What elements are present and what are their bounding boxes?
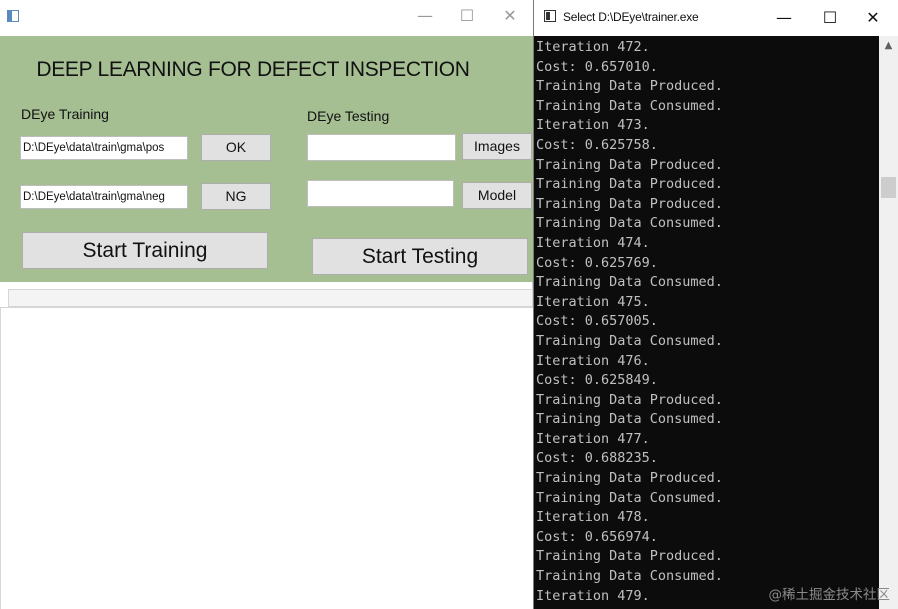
ng-button[interactable]: NG <box>201 183 271 210</box>
maximize-button[interactable]: ☐ <box>445 0 489 32</box>
console-line: Training Data Consumed. <box>536 215 723 232</box>
console-line: Cost: 0.625769. <box>536 254 658 271</box>
console-line: Training Data Consumed. <box>536 411 723 428</box>
console-line: Training Data Produced. <box>536 548 723 565</box>
console-line: Training Data Consumed. <box>536 568 723 585</box>
watermark: @稀土掘金技术社区 <box>768 587 891 603</box>
control-panel: DEEP LEARNING FOR DEFECT INSPECTION DEye… <box>0 36 533 282</box>
ok-button[interactable]: OK <box>201 134 271 161</box>
console-minimize-button[interactable]: — <box>763 0 805 36</box>
console-line: Iteration 478. <box>536 509 650 526</box>
page-title: DEEP LEARNING FOR DEFECT INSPECTION <box>36 58 470 81</box>
console-line: Cost: 0.657010. <box>536 58 658 75</box>
console-line: Iteration 479. <box>536 587 650 604</box>
console-line: Iteration 472. <box>536 39 650 55</box>
app-window: — ☐ ✕ DEEP LEARNING FOR DEFECT INSPECTIO… <box>0 0 533 609</box>
console-output: Iteration 472. Cost: 0.657010. Training Da… <box>534 36 879 609</box>
output-area <box>0 307 533 609</box>
console-window-icon <box>544 10 556 22</box>
console-lines: Iteration 472. Cost: 0.657010. Training Da… <box>536 38 723 606</box>
model-path-field[interactable] <box>307 180 454 207</box>
console-line: Cost: 0.688235. <box>536 450 658 467</box>
console-titlebar: Select D:\DEye\trainer.exe — ☐ ✕ <box>534 0 898 36</box>
model-button[interactable]: Model <box>462 182 532 209</box>
console-line: Cost: 0.625758. <box>536 136 658 153</box>
console-line: Training Data Consumed. <box>536 332 723 349</box>
images-path-field[interactable] <box>307 134 456 161</box>
positive-path-field[interactable] <box>20 136 188 160</box>
console-line: Training Data Produced. <box>536 195 723 212</box>
app-titlebar: — ☐ ✕ <box>0 0 533 36</box>
console-line: Training Data Produced. <box>536 156 723 173</box>
scroll-thumb[interactable] <box>881 177 896 198</box>
start-testing-button[interactable]: Start Testing <box>312 238 528 275</box>
console-line: Training Data Produced. <box>536 78 723 95</box>
console-line: Training Data Consumed. <box>536 489 723 506</box>
console-line: Iteration 477. <box>536 430 650 447</box>
start-training-button[interactable]: Start Training <box>22 232 268 269</box>
console-line: Training Data Consumed. <box>536 274 723 291</box>
console-line: Training Data Produced. <box>536 391 723 408</box>
app-window-icon <box>7 10 19 22</box>
scroll-up-arrow-icon[interactable]: ▲ <box>879 38 898 54</box>
console-title: Select D:\DEye\trainer.exe <box>563 10 699 24</box>
console-line: Training Data Consumed. <box>536 97 723 114</box>
testing-section-label: DEye Testing <box>307 108 390 124</box>
console-line: Iteration 474. <box>536 234 650 251</box>
console-line: Cost: 0.625849. <box>536 372 658 389</box>
console-scrollbar[interactable]: ▲ <box>879 36 898 609</box>
console-maximize-button[interactable]: ☐ <box>809 0 851 36</box>
console-line: Cost: 0.657005. <box>536 313 658 330</box>
close-button[interactable]: ✕ <box>488 0 532 32</box>
negative-path-field[interactable] <box>20 185 188 209</box>
console-line: Iteration 476. <box>536 352 650 369</box>
console-line: Iteration 475. <box>536 293 650 310</box>
console-close-button[interactable]: ✕ <box>852 0 894 36</box>
console-line: Iteration 473. <box>536 117 650 134</box>
minimize-button[interactable]: — <box>403 0 447 32</box>
training-section-label: DEye Training <box>21 106 109 122</box>
console-line: Cost: 0.656974. <box>536 528 658 545</box>
images-button[interactable]: Images <box>462 133 532 160</box>
console-line: Training Data Produced. <box>536 176 723 193</box>
progress-bar <box>8 289 533 307</box>
console-line: Training Data Produced. <box>536 470 723 487</box>
console-window: Select D:\DEye\trainer.exe — ☐ ✕ Iterati… <box>533 0 898 609</box>
